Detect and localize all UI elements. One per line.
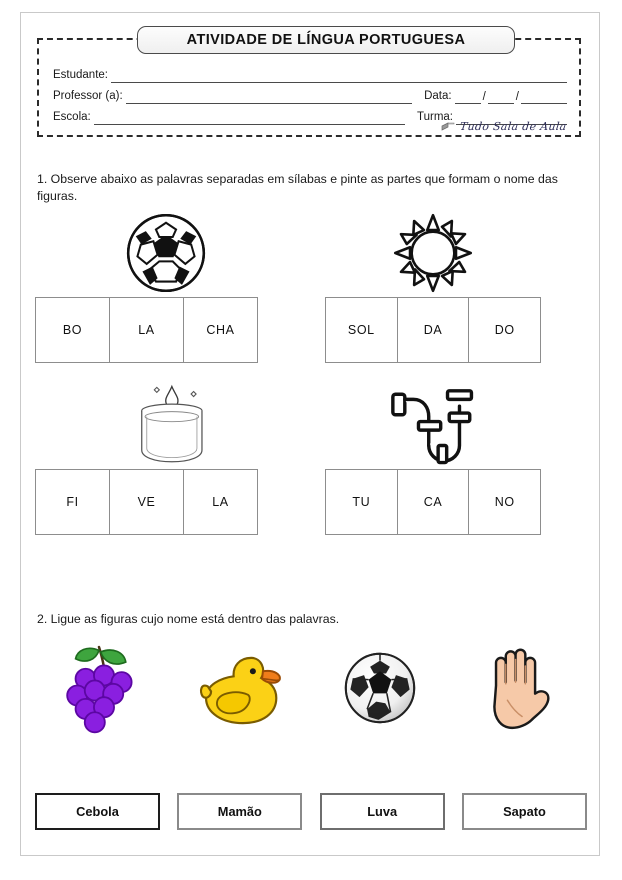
date-label: Data: (424, 90, 452, 102)
syllable-cell[interactable]: LA (184, 470, 257, 534)
field-row-teacher: Professor (a): Data: / / (53, 83, 567, 104)
teacher-label: Professor (a): (53, 90, 123, 102)
syllable-table-tubo: TU CA NO (325, 469, 541, 535)
word-box[interactable]: Mamão (177, 793, 303, 830)
syllable-cell[interactable]: DA (398, 298, 470, 362)
date-year-input[interactable] (521, 90, 567, 104)
rubber-duck-icon[interactable] (182, 636, 302, 741)
book-icon (441, 121, 457, 132)
brand-name: Tudo Sala de Aula (459, 120, 568, 133)
word-box[interactable]: Sapato (461, 793, 587, 830)
date-day-input[interactable] (454, 90, 481, 104)
exercise-2-word-boxes: Cebola Mamão Luva Sapato (35, 793, 587, 830)
syllable-cell[interactable]: DO (469, 298, 540, 362)
exercise-1-row-1: BO LA CHA SOL DA DO (35, 209, 587, 363)
date-separator-2: / (515, 91, 519, 103)
candle-jar-outline-icon (35, 381, 297, 469)
identification-fields: Estudante: Professor (a): Data: / / Esco… (53, 62, 567, 125)
syllable-cell[interactable]: VE (110, 470, 184, 534)
student-identification-box: ATIVIDADE DE LÍNGUA PORTUGUESA Estudante… (37, 26, 581, 137)
soccer-ball-outline-icon (35, 209, 297, 297)
syllable-table-sol: SOL DA DO (325, 297, 541, 363)
brand-signature: Tudo Sala de Aula (441, 120, 568, 133)
syllable-cell[interactable]: CA (398, 470, 470, 534)
sun-outline-icon (325, 209, 541, 297)
open-hand-icon[interactable] (458, 636, 578, 741)
field-row-student: Estudante: (53, 62, 567, 83)
pipe-trap-outline-icon (325, 381, 541, 469)
syllable-cell[interactable]: LA (110, 298, 184, 362)
exercise-1-content: BO LA CHA SOL DA DO FI VE LA TU CA NO (35, 209, 587, 535)
syllable-cell[interactable]: TU (326, 470, 398, 534)
word-box[interactable]: Luva (319, 793, 445, 830)
exercise-1-item-vela: FI VE LA (35, 381, 297, 535)
page-title: ATIVIDADE DE LÍNGUA PORTUGUESA (186, 32, 466, 48)
school-input[interactable] (93, 111, 405, 125)
exercise-1-row-2: FI VE LA TU CA NO (35, 381, 587, 535)
soccer-ball-icon[interactable] (320, 636, 440, 741)
exercise-1-item-bola: BO LA CHA (35, 209, 297, 363)
syllable-table-bola: BO LA CHA (35, 297, 258, 363)
exercise-1-prompt: 1. Observe abaixo as palavras separadas … (37, 172, 558, 204)
word-box[interactable]: Cebola (35, 793, 160, 830)
exercise-1-item-sol: SOL DA DO (325, 209, 587, 363)
syllable-cell[interactable]: SOL (326, 298, 398, 362)
exercise-2-figures (35, 633, 587, 743)
worksheet-title-banner: ATIVIDADE DE LÍNGUA PORTUGUESA (137, 26, 515, 54)
exercise-1-item-tubo: TU CA NO (325, 381, 587, 535)
date-month-input[interactable] (487, 90, 514, 104)
worksheet-page: ATIVIDADE DE LÍNGUA PORTUGUESA Estudante… (20, 12, 600, 856)
syllable-cell[interactable]: FI (36, 470, 110, 534)
syllable-cell[interactable]: CHA (184, 298, 257, 362)
school-label: Escola: (53, 111, 91, 123)
date-group: Data: / / (412, 89, 567, 104)
syllable-table-vela: FI VE LA (35, 469, 258, 535)
syllable-cell[interactable]: BO (36, 298, 110, 362)
grapes-icon[interactable] (44, 636, 164, 741)
syllable-cell[interactable]: NO (469, 470, 540, 534)
teacher-input[interactable] (125, 90, 413, 104)
student-input[interactable] (110, 69, 567, 83)
student-label: Estudante: (53, 69, 108, 81)
exercise-2-prompt: 2. Ligue as figuras cujo nome está dentr… (37, 612, 340, 627)
date-separator-1: / (482, 91, 486, 103)
